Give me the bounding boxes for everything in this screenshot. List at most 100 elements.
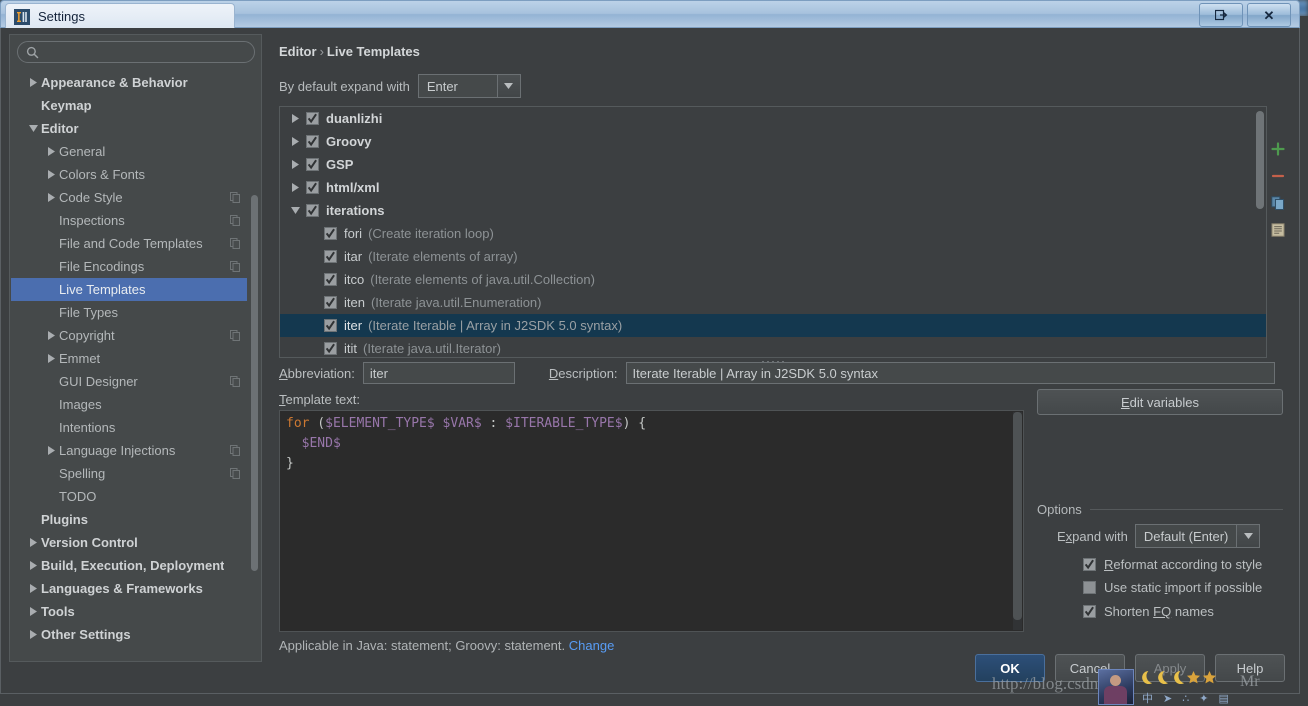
template-group-row[interactable]: GSP — [280, 153, 1266, 176]
template-row[interactable]: fori (Create iteration loop) — [280, 222, 1266, 245]
use-static-import-checkbox[interactable]: Use static import if possible — [1083, 580, 1262, 595]
breadcrumb-separator: › — [319, 44, 324, 59]
apply-button[interactable]: Apply — [1135, 654, 1205, 682]
sidebar-item-languages-frameworks[interactable]: Languages & Frameworks — [11, 577, 247, 600]
search-box[interactable] — [17, 41, 255, 63]
sidebar-scrollbar[interactable] — [251, 73, 258, 653]
template-row[interactable]: iter (Iterate Iterable | Array in J2SDK 5… — [280, 314, 1266, 337]
checkbox-checked-icon[interactable] — [324, 296, 337, 309]
tree-expander[interactable] — [25, 125, 41, 132]
template-text-editor[interactable]: for ($ELEMENT_TYPE$ $VAR$ : $ITERABLE_TY… — [279, 410, 1024, 632]
editor-scrollbar[interactable] — [1013, 412, 1022, 630]
checkbox-checked-icon[interactable] — [324, 227, 337, 240]
sidebar-item-appearance-behavior[interactable]: Appearance & Behavior — [11, 71, 247, 94]
tree-expander[interactable] — [43, 331, 59, 340]
checkbox-checked-icon[interactable] — [306, 112, 319, 125]
tree-expander[interactable] — [284, 183, 306, 192]
sidebar-item-plugins[interactable]: Plugins — [11, 508, 247, 531]
template-row[interactable]: iten (Iterate java.util.Enumeration) — [280, 291, 1266, 314]
abbreviation-input[interactable]: iter — [362, 362, 515, 384]
sidebar-item-copyright[interactable]: Copyright — [11, 324, 247, 347]
sidebar-item-file-and-code-templates[interactable]: File and Code Templates — [11, 232, 247, 255]
sidebar-item-keymap[interactable]: Keymap — [11, 94, 247, 117]
sidebar-item-colors-fonts[interactable]: Colors & Fonts — [11, 163, 247, 186]
sidebar-item-general[interactable]: General — [11, 140, 247, 163]
tree-expander[interactable] — [25, 584, 41, 593]
tree-expander[interactable] — [43, 147, 59, 156]
checkbox-checked-icon[interactable] — [306, 181, 319, 194]
tree-expander[interactable] — [25, 78, 41, 87]
tree-expander[interactable] — [43, 446, 59, 455]
template-group-row[interactable]: html/xml — [280, 176, 1266, 199]
template-group-row[interactable]: iterations — [280, 199, 1266, 222]
sidebar-item-build-execution-deployment[interactable]: Build, Execution, Deployment — [11, 554, 247, 577]
sidebar-item-spelling[interactable]: Spelling — [11, 462, 247, 485]
checkbox-checked-icon[interactable] — [306, 135, 319, 148]
editor-scrollbar-thumb[interactable] — [1013, 412, 1022, 620]
cancel-button[interactable]: Cancel — [1055, 654, 1125, 682]
sidebar-item-tools[interactable]: Tools — [11, 600, 247, 623]
checkbox-checked-icon[interactable] — [324, 342, 337, 355]
template-row[interactable]: itar (Iterate elements of array) — [280, 245, 1266, 268]
template-group-row[interactable]: Groovy — [280, 130, 1266, 153]
sidebar-item-intentions[interactable]: Intentions — [11, 416, 247, 439]
sidebar-item-live-templates[interactable]: Live Templates — [11, 278, 247, 301]
live-templates-tree: duanlizhi Groovy GSP html/xml iterations fori… — [280, 107, 1266, 357]
sidebar-item-gui-designer[interactable]: GUI Designer — [11, 370, 247, 393]
chevron-right-icon — [29, 584, 37, 593]
expand-with-combobox[interactable]: Default (Enter) — [1134, 524, 1261, 548]
restore-defaults-button[interactable] — [1266, 219, 1290, 241]
checkbox-checked-icon[interactable] — [324, 250, 337, 263]
chevron-right-icon[interactable] — [291, 183, 299, 192]
template-row[interactable]: itco (Iterate elements of java.util.Colle… — [280, 268, 1266, 291]
sidebar-scrollbar-thumb[interactable] — [251, 195, 258, 571]
tree-expander[interactable] — [43, 170, 59, 179]
description-input[interactable]: Iterate Iterable | Array in J2SDK 5.0 sy… — [625, 362, 1275, 384]
sidebar-item-inspections[interactable]: Inspections — [11, 209, 247, 232]
sidebar-item-file-types[interactable]: File Types — [11, 301, 247, 324]
tree-expander[interactable] — [284, 207, 306, 214]
sidebar-item-todo[interactable]: TODO — [11, 485, 247, 508]
template-group-row[interactable]: duanlizhi — [280, 107, 1266, 130]
checkbox-checked-icon[interactable] — [306, 204, 319, 217]
close-window-button[interactable]: ✕ — [1247, 3, 1291, 27]
sidebar-item-label: Appearance & Behavior — [41, 75, 188, 90]
tree-expander[interactable] — [284, 160, 306, 169]
remove-template-button[interactable] — [1266, 165, 1290, 187]
sidebar-item-code-style[interactable]: Code Style — [11, 186, 247, 209]
tree-expander[interactable] — [284, 137, 306, 146]
checkbox-checked-icon[interactable] — [324, 319, 337, 332]
tree-expander[interactable] — [25, 630, 41, 639]
tree-expander[interactable] — [284, 114, 306, 123]
ok-button[interactable]: OK — [975, 654, 1045, 682]
search-input[interactable] — [45, 44, 249, 60]
reformat-according-to-style-checkbox[interactable]: Reformat according to style — [1083, 557, 1262, 572]
sidebar-item-label: File Types — [59, 305, 119, 320]
checkbox-checked-icon[interactable] — [324, 273, 337, 286]
sidebar-item-images[interactable]: Images — [11, 393, 247, 416]
edit-variables-button[interactable]: Edit variables — [1037, 389, 1283, 415]
tree-expander[interactable] — [43, 354, 59, 363]
tree-expander[interactable] — [43, 193, 59, 202]
shorten-fq-names-checkbox[interactable]: Shorten FQ names — [1083, 604, 1214, 619]
help-button[interactable]: Help — [1215, 654, 1285, 682]
restore-window-button[interactable] — [1199, 3, 1243, 27]
sidebar-item-version-control[interactable]: Version Control — [11, 531, 247, 554]
sidebar-item-editor[interactable]: Editor — [11, 117, 247, 140]
sidebar-item-emmet[interactable]: Emmet — [11, 347, 247, 370]
default-expand-combobox[interactable]: Enter — [417, 74, 521, 98]
sidebar-item-file-encodings[interactable]: File Encodings — [11, 255, 247, 278]
chevron-right-icon[interactable] — [291, 114, 299, 123]
tree-expander[interactable] — [25, 607, 41, 616]
breadcrumb-parent[interactable]: Editor — [279, 44, 317, 59]
template-row[interactable]: itit (Iterate java.util.Iterator) — [280, 337, 1266, 357]
chevron-down-icon[interactable] — [290, 207, 300, 214]
checkbox-checked-icon[interactable] — [306, 158, 319, 171]
sidebar-item-language-injections[interactable]: Language Injections — [11, 439, 247, 462]
tree-expander[interactable] — [25, 561, 41, 570]
tree-expander[interactable] — [25, 538, 41, 547]
chevron-right-icon[interactable] — [291, 160, 299, 169]
chevron-right-icon[interactable] — [291, 137, 299, 146]
duplicate-template-button[interactable] — [1266, 192, 1290, 214]
add-template-button[interactable] — [1266, 138, 1290, 160]
